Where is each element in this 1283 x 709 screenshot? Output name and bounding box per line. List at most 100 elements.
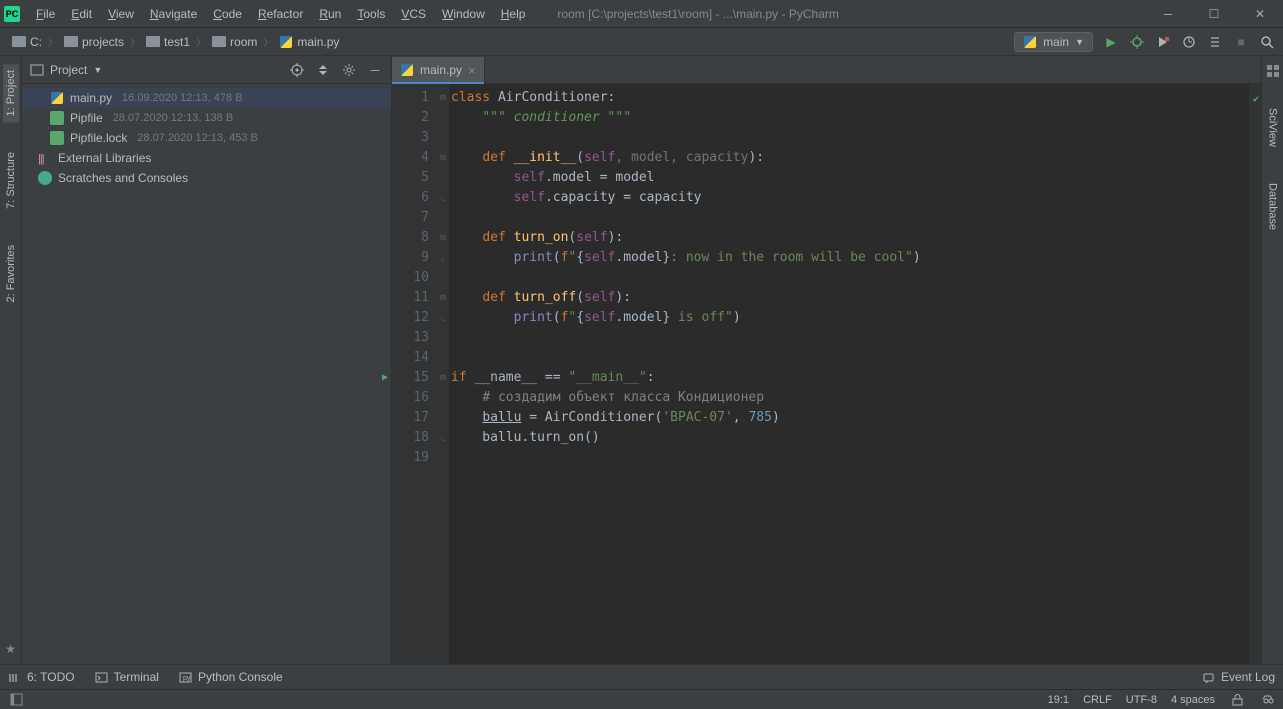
breadcrumb-item[interactable]: C: [8, 33, 46, 51]
code-line[interactable]: class AirConditioner: [451, 88, 1249, 108]
profile-button[interactable] [1181, 34, 1197, 50]
tool-windows-icon[interactable] [8, 692, 24, 708]
menu-tools[interactable]: Tools [349, 3, 393, 25]
fold-marker[interactable]: ⌞ [437, 308, 449, 328]
chevron-down-icon[interactable]: ▼ [93, 65, 102, 75]
tree-item[interactable]: main.py16.09.2020 12:13, 478 B [22, 88, 391, 108]
maximize-button[interactable]: ☐ [1191, 0, 1237, 28]
file-encoding[interactable]: UTF-8 [1126, 694, 1157, 706]
fold-marker[interactable] [437, 388, 449, 408]
fold-marker[interactable] [437, 208, 449, 228]
locate-icon[interactable] [289, 62, 305, 78]
attach-button[interactable] [1207, 34, 1223, 50]
run-button[interactable]: ▶ [1103, 34, 1119, 50]
star-icon[interactable]: ★ [5, 642, 16, 656]
debug-button[interactable] [1129, 34, 1145, 50]
grid-icon[interactable] [1266, 64, 1280, 78]
run-config-selector[interactable]: main ▼ [1014, 32, 1093, 52]
fold-marker[interactable]: ⌞ [437, 188, 449, 208]
fold-gutter[interactable]: ⊟⊟⌞⊟⌞⊟⌞⊟⌞ [437, 84, 449, 664]
fold-marker[interactable]: ⊟ [437, 88, 449, 108]
menu-code[interactable]: Code [205, 3, 250, 25]
bottom-tab-pythonconsole[interactable]: pyPython Console [179, 670, 283, 684]
code-line[interactable]: def __init__(self, model, capacity): [451, 148, 1249, 168]
tree-item[interactable]: Pipfile28.07.2020 12:13, 138 B [22, 108, 391, 128]
breadcrumb-item[interactable]: room [208, 33, 261, 51]
breadcrumb-item[interactable]: projects [60, 33, 128, 51]
breadcrumb-item[interactable]: test1 [142, 33, 194, 51]
stop-button[interactable]: ■ [1233, 34, 1249, 50]
menu-vcs[interactable]: VCS [393, 3, 434, 25]
menu-view[interactable]: View [100, 3, 142, 25]
tool-tab-database[interactable]: Database [1265, 177, 1281, 236]
tree-item[interactable]: Scratches and Consoles [22, 168, 391, 188]
caret-position[interactable]: 19:1 [1048, 694, 1069, 706]
tool-tab-sciview[interactable]: SciView [1265, 102, 1281, 153]
menu-window[interactable]: Window [434, 3, 493, 25]
menu-file[interactable]: File [28, 3, 63, 25]
fold-marker[interactable] [437, 268, 449, 288]
tool-tab-project[interactable]: 1: Project [3, 64, 19, 122]
fold-marker[interactable]: ⊟ [437, 288, 449, 308]
code-line[interactable]: # создадим объект класса Кондиционер [451, 388, 1249, 408]
fold-marker[interactable]: ⌞ [437, 428, 449, 448]
run-line-icon[interactable]: ▶ [372, 368, 388, 388]
fold-marker[interactable] [437, 448, 449, 468]
fold-marker[interactable] [437, 348, 449, 368]
tree-item[interactable]: Pipfile.lock28.07.2020 12:13, 453 B [22, 128, 391, 148]
menu-help[interactable]: Help [493, 3, 534, 25]
project-tree[interactable]: main.py16.09.2020 12:13, 478 BPipfile28.… [22, 84, 391, 192]
fold-marker[interactable]: ⌞ [437, 248, 449, 268]
code-line[interactable] [451, 208, 1249, 228]
code-line[interactable]: ballu.turn_on() [451, 428, 1249, 448]
code-line[interactable] [451, 348, 1249, 368]
hide-panel-icon[interactable]: ─ [367, 62, 383, 78]
fold-marker[interactable]: ⊟ [437, 228, 449, 248]
fold-marker[interactable]: ⊟ [437, 368, 449, 388]
editor-tab[interactable]: main.py × [392, 57, 485, 83]
event-log-button[interactable]: Event Log [1202, 670, 1275, 684]
minimize-button[interactable]: ─ [1145, 0, 1191, 28]
code-line[interactable]: def turn_off(self): [451, 288, 1249, 308]
code-line[interactable]: if __name__ == "__main__": [451, 368, 1249, 388]
fold-marker[interactable] [437, 408, 449, 428]
code-area[interactable]: class AirConditioner: """ conditioner ""… [449, 84, 1249, 664]
close-button[interactable]: ✕ [1237, 0, 1283, 28]
code-line[interactable]: """ conditioner """ [451, 108, 1249, 128]
code-line[interactable]: ballu = AirConditioner('BPAC-07', 785) [451, 408, 1249, 428]
breadcrumb-item[interactable]: main.py [275, 33, 343, 51]
bottom-tab-terminal[interactable]: Terminal [95, 670, 159, 684]
indent-info[interactable]: 4 spaces [1171, 694, 1215, 706]
menu-edit[interactable]: Edit [63, 3, 100, 25]
analysis-stripe[interactable]: ✔ [1249, 84, 1261, 664]
code-line[interactable]: self.capacity = capacity [451, 188, 1249, 208]
run-coverage-button[interactable] [1155, 34, 1171, 50]
code-line[interactable]: print(f"{self.model} is off") [451, 308, 1249, 328]
menu-run[interactable]: Run [311, 3, 349, 25]
code-line[interactable] [451, 448, 1249, 468]
fold-marker[interactable]: ⊟ [437, 148, 449, 168]
expand-all-icon[interactable] [315, 62, 331, 78]
search-everywhere-button[interactable] [1259, 34, 1275, 50]
editor[interactable]: 123456789101112131415▶16171819 ⊟⊟⌞⊟⌞⊟⌞⊟⌞… [392, 84, 1261, 664]
fold-marker[interactable] [437, 108, 449, 128]
menu-navigate[interactable]: Navigate [142, 3, 205, 25]
bottom-tab-todo[interactable]: 6: TODO [8, 670, 75, 684]
menu-refactor[interactable]: Refactor [250, 3, 311, 25]
code-line[interactable] [451, 268, 1249, 288]
gear-icon[interactable] [341, 62, 357, 78]
fold-marker[interactable] [437, 168, 449, 188]
close-tab-icon[interactable]: × [468, 63, 476, 78]
code-line[interactable] [451, 128, 1249, 148]
code-line[interactable]: def turn_on(self): [451, 228, 1249, 248]
code-line[interactable] [451, 328, 1249, 348]
tool-tab-structure[interactable]: 7: Structure [3, 146, 19, 215]
tree-item[interactable]: External Libraries [22, 148, 391, 168]
code-line[interactable]: print(f"{self.model}: now in the room wi… [451, 248, 1249, 268]
readonly-lock-icon[interactable] [1229, 692, 1245, 708]
line-separator[interactable]: CRLF [1083, 694, 1112, 706]
inspector-icon[interactable] [1259, 692, 1275, 708]
tool-tab-favorites[interactable]: 2: Favorites [3, 239, 19, 308]
fold-marker[interactable] [437, 128, 449, 148]
code-line[interactable]: self.model = model [451, 168, 1249, 188]
